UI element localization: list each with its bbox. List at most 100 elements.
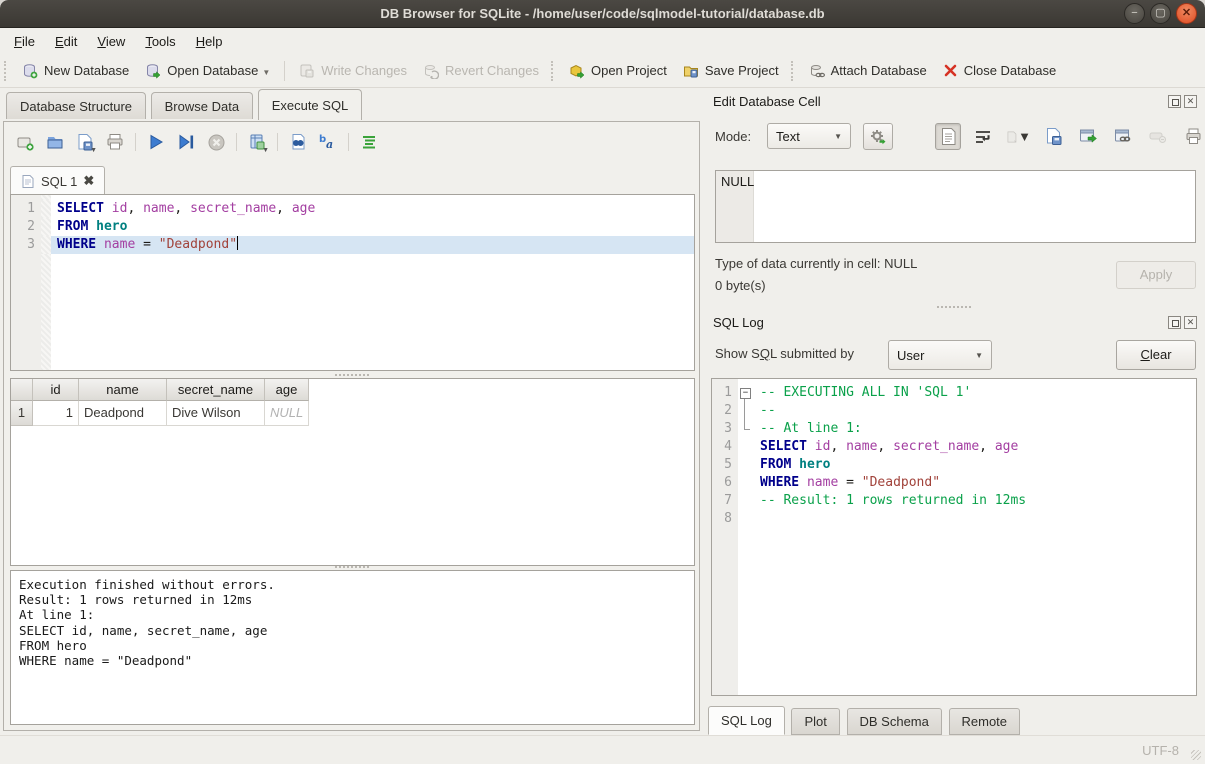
cell-age[interactable]: NULL: [265, 401, 309, 426]
sql-file-icon: [21, 174, 35, 189]
editor-line-current[interactable]: 3 WHERE name = "Deadpond": [11, 236, 694, 254]
new-database-button[interactable]: New Database: [14, 58, 137, 84]
edit-cell-dock-title: Edit Database Cell: [713, 94, 821, 109]
save-cell-icon[interactable]: [1040, 123, 1066, 150]
resize-grip[interactable]: [1191, 750, 1201, 760]
auto-apply-button[interactable]: [863, 123, 893, 150]
menu-file[interactable]: File: [4, 30, 45, 53]
close-dock-icon[interactable]: [1184, 95, 1197, 108]
message-line: WHERE name = "Deadpond": [19, 653, 686, 668]
tab-sql-log[interactable]: SQL Log: [708, 706, 785, 735]
print-cell-icon[interactable]: [1180, 123, 1205, 150]
new-sql-tab-button[interactable]: [12, 129, 38, 155]
text-mode-icon[interactable]: [935, 123, 961, 150]
minimize-button[interactable]: −: [1124, 3, 1145, 24]
save-results-dropdown-arrow[interactable]: ▼: [262, 147, 269, 154]
execution-message[interactable]: Execution finished without errors.Result…: [10, 570, 695, 725]
tab-plot[interactable]: Plot: [791, 708, 839, 735]
print-button[interactable]: [102, 129, 128, 155]
message-line: Result: 1 rows returned in 12ms: [19, 592, 686, 607]
close-dock-icon[interactable]: [1184, 316, 1197, 329]
results-table[interactable]: id name secret_name age 1 1 Deadpond Div…: [10, 378, 695, 566]
log-line[interactable]: 3-- At line 1:: [712, 420, 1196, 438]
open-database-dropdown-arrow[interactable]: ▼: [262, 68, 270, 79]
log-line[interactable]: 4SELECT id, name, secret_name, age: [712, 438, 1196, 456]
open-project-button[interactable]: Open Project: [561, 58, 675, 84]
tab-database-structure[interactable]: Database Structure: [6, 92, 146, 119]
table-message-splitter[interactable]: [335, 566, 369, 568]
export-icon[interactable]: [1075, 123, 1101, 150]
execute-all-button[interactable]: [143, 129, 169, 155]
log-line[interactable]: 1-- EXECUTING ALL IN 'SQL 1': [712, 384, 1196, 402]
revert-changes-button: Revert Changes: [415, 58, 547, 84]
editor-line[interactable]: 2 FROM hero: [11, 218, 694, 236]
log-code: [754, 510, 1196, 528]
editor-table-splitter[interactable]: [335, 374, 369, 376]
tab-execute-sql[interactable]: Execute SQL: [258, 89, 363, 120]
log-line[interactable]: 6WHERE name = "Deadpond": [712, 474, 1196, 492]
menu-view[interactable]: View: [87, 30, 135, 53]
save-project-button[interactable]: Save Project: [675, 58, 787, 84]
mode-combobox[interactable]: Text ▼: [767, 123, 851, 149]
column-header-id[interactable]: id: [33, 379, 79, 401]
save-sql-file-button[interactable]: ▼: [72, 129, 98, 155]
toolbar-drag-handle[interactable]: [4, 61, 10, 81]
log-line[interactable]: 5FROM hero: [712, 456, 1196, 474]
column-header-secret-name[interactable]: secret_name: [167, 379, 265, 401]
save-sql-dropdown-arrow[interactable]: ▼: [90, 147, 97, 154]
find-button[interactable]: [285, 129, 311, 155]
close-database-button[interactable]: Close Database: [935, 58, 1065, 83]
menu-help[interactable]: Help: [186, 30, 233, 53]
tab-remote[interactable]: Remote: [949, 708, 1021, 735]
sql-editor[interactable]: 1 SELECT id, name, secret_name, age 2 FR…: [10, 194, 695, 371]
save-project-label: Save Project: [705, 63, 779, 78]
attach-database-button[interactable]: Attach Database: [801, 58, 935, 84]
toggle-case-button[interactable]: ba: [315, 129, 341, 155]
cell-id[interactable]: 1: [33, 401, 79, 426]
titlebar[interactable]: DB Browser for SQLite - /home/user/code/…: [0, 0, 1205, 28]
cell-secret-name[interactable]: Dive Wilson: [167, 401, 265, 426]
submitted-by-combobox[interactable]: User ▼: [888, 340, 992, 370]
menu-edit[interactable]: Edit: [45, 30, 87, 53]
fold-marker-icon[interactable]: [738, 384, 754, 402]
column-header-age[interactable]: age: [265, 379, 309, 401]
clear-button[interactable]: Clear: [1116, 340, 1196, 370]
tab-browse-data[interactable]: Browse Data: [151, 92, 253, 119]
close-sql-tab-icon[interactable]: ✖: [83, 173, 94, 189]
sql-log-filter-label: Show SQL submitted by: [715, 346, 854, 361]
close-button[interactable]: ✕: [1176, 3, 1197, 24]
tab-db-schema[interactable]: DB Schema: [847, 708, 942, 735]
toolbar-drag-handle[interactable]: [551, 61, 557, 81]
log-line[interactable]: 2--: [712, 402, 1196, 420]
sql-tab-label: SQL 1: [41, 174, 77, 189]
float-dock-icon[interactable]: [1168, 316, 1181, 329]
menu-tools[interactable]: Tools: [135, 30, 185, 53]
maximize-button[interactable]: ▢: [1150, 3, 1171, 24]
toolbar-drag-handle[interactable]: [791, 61, 797, 81]
float-dock-icon[interactable]: [1168, 95, 1181, 108]
table-row[interactable]: 1 1 Deadpond Dive Wilson NULL: [11, 401, 694, 426]
line-number: 7: [712, 492, 738, 510]
sql-log-view[interactable]: 1-- EXECUTING ALL IN 'SQL 1'2--3-- At li…: [711, 378, 1197, 696]
sql-tab[interactable]: SQL 1 ✖: [10, 166, 105, 195]
log-code: SELECT id, name, secret_name, age: [754, 438, 1196, 456]
encoding-indicator[interactable]: UTF-8: [1142, 743, 1179, 758]
row-header[interactable]: 1: [11, 401, 33, 426]
column-header-name[interactable]: name: [79, 379, 167, 401]
editor-line[interactable]: 1 SELECT id, name, secret_name, age: [11, 200, 694, 218]
format-sql-button[interactable]: [356, 129, 382, 155]
cell-name[interactable]: Deadpond: [79, 401, 167, 426]
cell-value-editor[interactable]: NULL: [715, 170, 1196, 243]
log-line[interactable]: 7-- Result: 1 rows returned in 12ms: [712, 492, 1196, 510]
log-line[interactable]: 8: [712, 510, 1196, 528]
open-database-button[interactable]: Open Database ▼: [137, 58, 278, 84]
corner-header[interactable]: [11, 379, 33, 401]
save-results-button[interactable]: ▼: [244, 129, 270, 155]
word-wrap-icon[interactable]: [970, 123, 996, 150]
execute-current-line-button[interactable]: [173, 129, 199, 155]
dock-splitter[interactable]: [937, 306, 971, 308]
link-icon[interactable]: [1110, 123, 1136, 150]
main-toolbar: New Database Open Database ▼ Write Chang…: [0, 54, 1205, 88]
open-sql-file-button[interactable]: [42, 129, 68, 155]
log-code: WHERE name = "Deadpond": [754, 474, 1196, 492]
